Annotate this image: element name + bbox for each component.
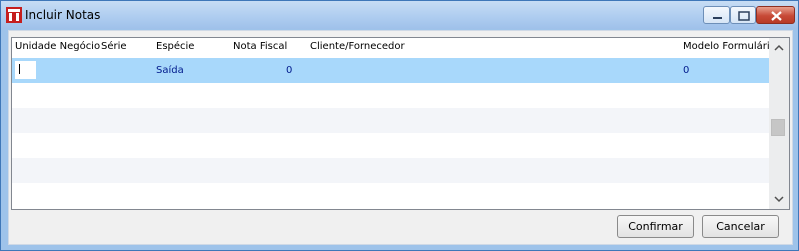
minimize-icon: [713, 17, 722, 19]
column-header-modelo-formulario[interactable]: Modelo Formulário: [683, 41, 776, 52]
cell-nota-fiscal[interactable]: 0: [286, 65, 292, 76]
dialog-content: Unidade Negócio Série Espécie Nota Fisca…: [8, 30, 793, 245]
cell-especie[interactable]: Saída: [156, 65, 184, 76]
scroll-thumb[interactable]: [771, 119, 785, 136]
scroll-down-arrow-icon[interactable]: [773, 193, 785, 205]
column-header-cliente-fornecedor[interactable]: Cliente/Fornecedor: [310, 41, 405, 52]
unidade-negocio-input[interactable]: [15, 61, 36, 79]
column-header-serie[interactable]: Série: [101, 41, 127, 52]
vertical-scrollbar[interactable]: [769, 38, 789, 209]
cell-modelo-formulario[interactable]: 0: [683, 65, 689, 76]
table-row-empty[interactable]: [12, 158, 769, 183]
column-header-unidade-negocio[interactable]: Unidade Negócio: [15, 41, 100, 52]
text-caret: [19, 64, 20, 74]
column-header-nota-fiscal[interactable]: Nota Fiscal: [233, 41, 287, 52]
window-title: Incluir Notas: [25, 8, 101, 22]
table-row-empty[interactable]: [12, 83, 769, 108]
maximize-icon: [738, 11, 750, 21]
minimize-button[interactable]: [703, 6, 730, 24]
confirm-button[interactable]: Confirmar: [617, 215, 694, 238]
table-row-empty[interactable]: [12, 133, 769, 158]
grid-rows: Saída 0 0: [12, 58, 769, 208]
close-button[interactable]: [756, 6, 795, 24]
column-header-especie[interactable]: Espécie: [156, 41, 194, 52]
application-logo-icon: [6, 7, 22, 23]
scroll-up-arrow-icon[interactable]: [773, 42, 785, 54]
maximize-button[interactable]: [730, 6, 756, 24]
dialog-window: Incluir Notas Unidade Negócio Série Espé…: [0, 0, 799, 251]
grid-header: Unidade Negócio Série Espécie Nota Fisca…: [12, 38, 776, 58]
table-row-empty[interactable]: [12, 108, 769, 133]
notes-grid[interactable]: Unidade Negócio Série Espécie Nota Fisca…: [11, 37, 790, 210]
table-row[interactable]: Saída 0 0: [12, 58, 769, 83]
cancel-button[interactable]: Cancelar: [702, 215, 779, 238]
close-icon: [771, 11, 782, 21]
title-bar[interactable]: Incluir Notas: [1, 1, 798, 29]
table-row-empty[interactable]: [12, 183, 769, 208]
